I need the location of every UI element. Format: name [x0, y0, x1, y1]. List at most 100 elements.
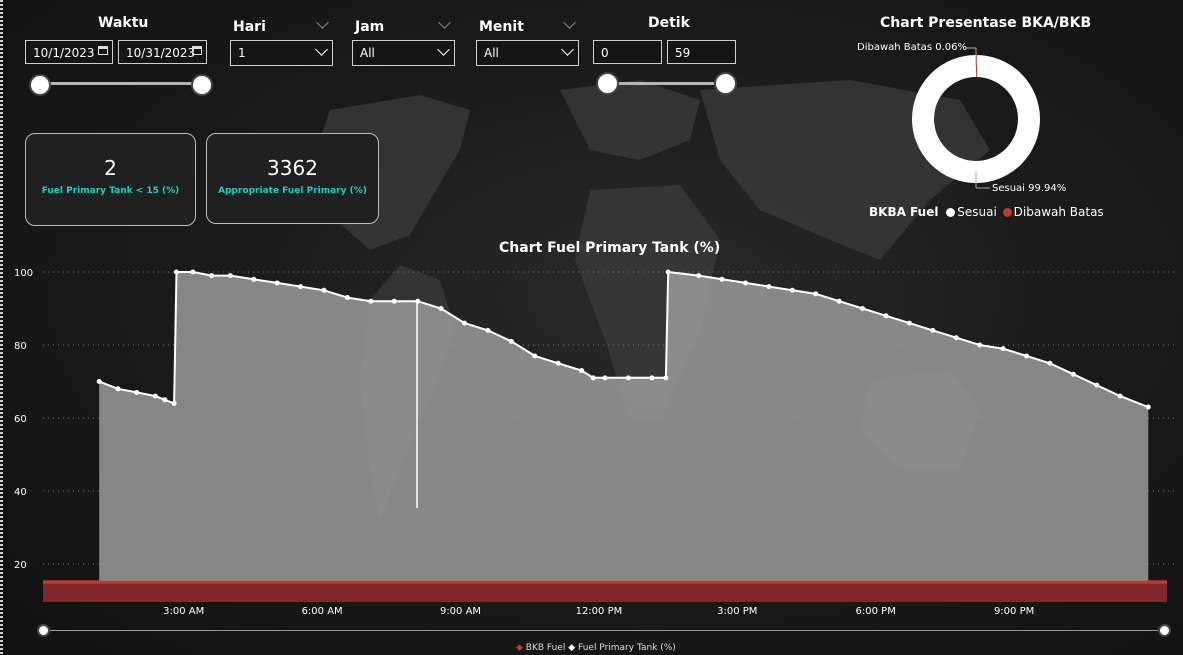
fuel-data-point[interactable]: [789, 287, 795, 293]
fuel-data-point[interactable]: [190, 269, 196, 275]
start-date-value: 10/1/2023: [33, 46, 95, 60]
kpi-value: 2: [104, 156, 117, 180]
calendar-icon[interactable]: [98, 46, 108, 55]
fuel-data-point[interactable]: [532, 353, 538, 359]
jam-selected-value: All: [360, 46, 375, 60]
fuel-data-point[interactable]: [134, 389, 140, 395]
fuel-data-point[interactable]: [171, 400, 177, 406]
fuel-data-point[interactable]: [590, 375, 596, 381]
fuel-data-point[interactable]: [415, 298, 421, 304]
fuel-area-chart[interactable]: 20 40 60 80 100 3:00 AM 6:00 AM 9:00 AM 12:00 P…: [0, 255, 1183, 655]
fuel-data-point[interactable]: [665, 269, 671, 275]
fuel-data-point[interactable]: [579, 368, 585, 374]
kpi-card-appropriate-fuel: 3362 Appropriate Fuel Primary (%): [206, 133, 379, 224]
fuel-data-point[interactable]: [162, 397, 168, 403]
fuel-data-point[interactable]: [555, 360, 561, 366]
end-date-value: 10/31/2023: [126, 46, 196, 60]
fuel-data-point[interactable]: [152, 393, 158, 399]
legend-label: BKB Fuel: [525, 643, 566, 653]
detik-slider-start-handle[interactable]: [596, 72, 619, 95]
fuel-data-point[interactable]: [321, 287, 327, 293]
date-range-slider-track[interactable]: [40, 82, 202, 85]
fuel-data-point[interactable]: [906, 320, 912, 326]
fuel-data-point[interactable]: [1145, 404, 1151, 410]
fuel-data-point[interactable]: [1094, 382, 1100, 388]
detik-max-input[interactable]: 59: [667, 40, 736, 64]
fuel-data-point[interactable]: [251, 276, 257, 282]
legend-item-sesuai[interactable]: Sesuai: [946, 205, 997, 219]
fuel-area-fill[interactable]: [99, 272, 1149, 583]
hari-dropdown[interactable]: 1: [230, 40, 333, 66]
diamond-red-icon: ◆: [516, 643, 523, 653]
fuel-data-point[interactable]: [462, 320, 467, 326]
detik-min-input[interactable]: 0: [593, 40, 662, 64]
fuel-data-point[interactable]: [508, 338, 514, 344]
time-slider-start-handle[interactable]: [37, 624, 50, 637]
legend-item-bkb-fuel[interactable]: ◆ BKB Fuel: [516, 643, 565, 653]
fuel-data-point[interactable]: [173, 269, 179, 275]
detik-slider-end-handle[interactable]: [714, 72, 737, 95]
fuel-data-point[interactable]: [1117, 393, 1123, 399]
area-chart-legend: ◆ BKB Fuel ◆ Fuel Primary Tank (%): [516, 643, 676, 653]
fuel-data-point[interactable]: [1024, 353, 1029, 359]
fuel-data-point[interactable]: [663, 375, 669, 381]
fuel-data-point[interactable]: [1070, 371, 1076, 377]
donut-slice-sesuai[interactable]: [912, 55, 1040, 183]
x-tick-label: 9:00 AM: [440, 606, 481, 617]
donut-legend-title: BKBA Fuel: [869, 205, 939, 219]
legend-item-fuel-primary[interactable]: ◆ Fuel Primary Tank (%): [568, 643, 676, 653]
x-tick-label: 6:00 PM: [856, 606, 896, 617]
fuel-data-point[interactable]: [743, 280, 748, 286]
time-slider-end-handle[interactable]: [1158, 624, 1171, 637]
fuel-data-point[interactable]: [368, 298, 374, 304]
y-tick-label: 60: [14, 414, 27, 425]
time-range-slider-track[interactable]: [44, 630, 1165, 631]
legend-item-dibawah-batas[interactable]: Dibawah Batas: [1002, 205, 1104, 219]
start-date-input[interactable]: 10/1/2023: [25, 40, 113, 64]
fuel-data-point[interactable]: [391, 298, 397, 304]
fuel-data-point[interactable]: [209, 273, 215, 279]
date-slider-start-handle[interactable]: [29, 74, 51, 96]
menit-dropdown[interactable]: All: [476, 40, 579, 66]
fuel-data-point[interactable]: [930, 327, 936, 333]
fuel-data-point[interactable]: [883, 313, 889, 319]
fuel-data-point[interactable]: [696, 273, 702, 279]
fuel-data-point[interactable]: [485, 327, 491, 333]
fuel-data-point[interactable]: [344, 295, 350, 301]
fuel-data-point[interactable]: [953, 335, 959, 341]
fuel-data-point[interactable]: [649, 375, 655, 381]
fuel-data-point[interactable]: [625, 375, 631, 381]
fuel-data-point[interactable]: [274, 280, 280, 286]
legend-label: Sesuai: [957, 205, 997, 219]
fuel-data-point[interactable]: [766, 284, 772, 290]
donut-label-dibawah: Dibawah Batas 0.06%: [857, 42, 967, 53]
date-slider-end-handle[interactable]: [191, 74, 213, 96]
fuel-data-point[interactable]: [836, 298, 842, 304]
x-axis-ticks: 3:00 AM 6:00 AM 9:00 AM 12:00 PM 3:00 PM 6:00…: [163, 606, 1034, 617]
menit-selected-value: All: [484, 46, 499, 60]
legend-dot-white-icon: [946, 208, 956, 217]
legend-dot-red-icon: [1002, 208, 1012, 217]
calendar-icon[interactable]: [192, 46, 202, 55]
fuel-data-point[interactable]: [298, 284, 304, 290]
legend-label: Dibawah Batas: [1013, 205, 1104, 219]
detik-label: Detik: [648, 15, 690, 31]
fuel-data-point[interactable]: [602, 375, 608, 381]
fuel-data-point[interactable]: [1047, 360, 1053, 366]
fuel-data-point[interactable]: [719, 276, 725, 282]
end-date-input[interactable]: 10/31/2023: [118, 40, 207, 64]
fuel-data-point[interactable]: [860, 306, 866, 311]
donut-chart[interactable]: [900, 40, 1060, 200]
x-tick-label: 3:00 PM: [717, 606, 757, 617]
fuel-data-point[interactable]: [227, 273, 233, 279]
fuel-data-point[interactable]: [1000, 346, 1006, 352]
x-tick-label: 9:00 PM: [994, 606, 1034, 617]
kpi-card-low-fuel: 2 Fuel Primary Tank < 15 (%): [25, 133, 196, 226]
fuel-data-point[interactable]: [115, 386, 121, 392]
jam-dropdown[interactable]: All: [352, 40, 455, 66]
detik-slider-track[interactable]: [606, 82, 726, 85]
fuel-data-point[interactable]: [813, 291, 819, 297]
fuel-data-point[interactable]: [977, 342, 983, 348]
fuel-data-point[interactable]: [96, 379, 102, 384]
fuel-data-point[interactable]: [438, 306, 444, 311]
